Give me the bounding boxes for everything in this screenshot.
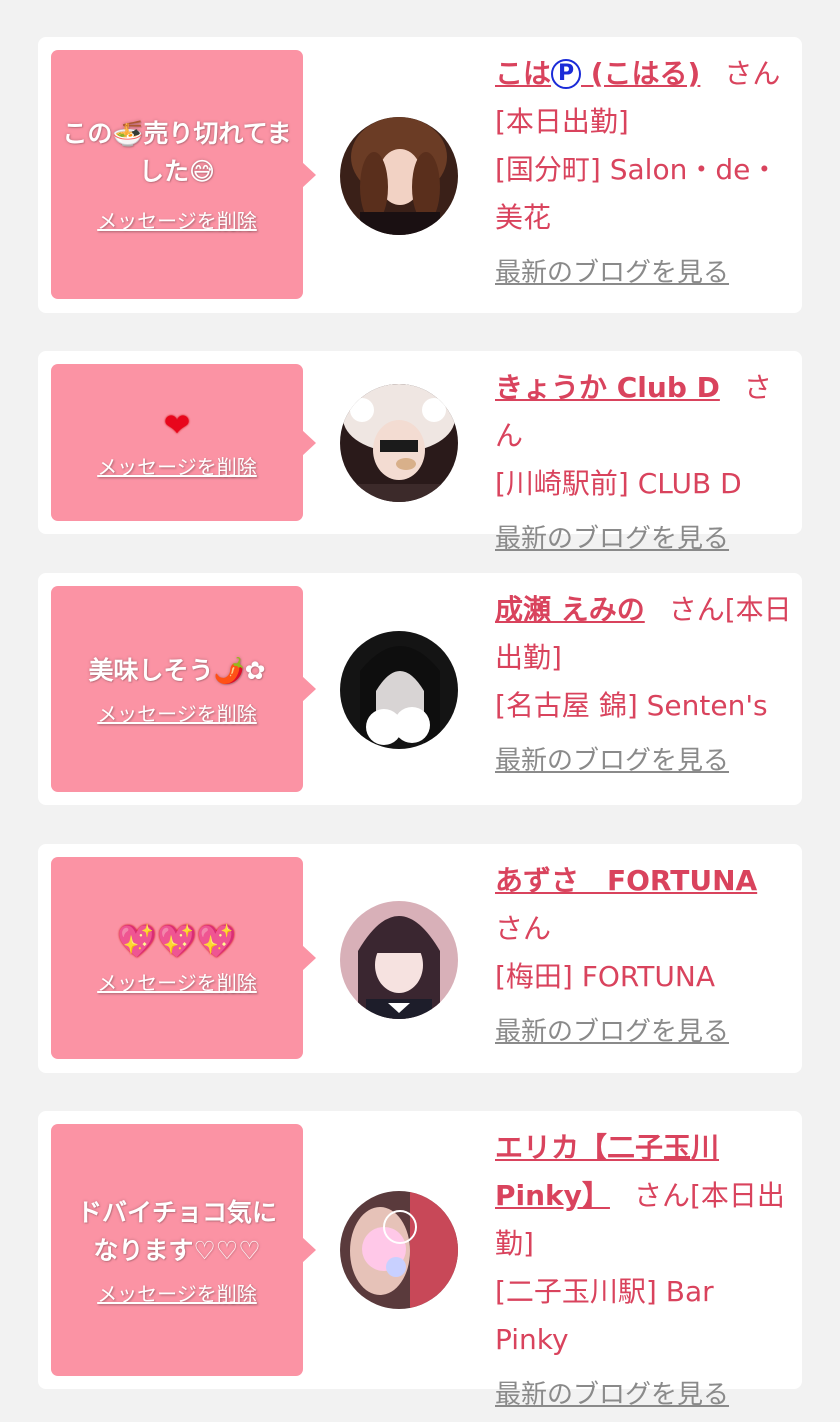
cast-info: あずさ FORTUNA さん [梅田] FORTUNA 最新のブログを見る bbox=[495, 857, 792, 1048]
hearts-icon: 💖💖💖 bbox=[117, 921, 237, 960]
delete-message-link[interactable]: メッセージを削除 bbox=[97, 451, 257, 480]
view-blog-link[interactable]: 最新のブログを見る bbox=[495, 518, 729, 555]
shop-text: [川崎駅前] CLUB D bbox=[495, 467, 742, 500]
message-text: ドバイチョコ気になります♡♡♡ bbox=[76, 1197, 277, 1265]
message-card: 💖💖💖 メッセージを削除 あずさ FORTUNA さん [梅田] FORTUNA … bbox=[38, 844, 802, 1073]
delete-message-link[interactable]: メッセージを削除 bbox=[97, 1278, 257, 1307]
message-card: ドバイチョコ気になります♡♡♡ メッセージを削除 エリカ【二子玉川Pinky】さ… bbox=[38, 1111, 802, 1410]
cast-name-link[interactable]: こは P (こはる) bbox=[495, 57, 700, 90]
shop-text: [二子玉川駅] Bar Pinky bbox=[495, 1275, 714, 1356]
cast-name-link[interactable]: きょうか Club D bbox=[495, 371, 720, 404]
view-blog-link[interactable]: 最新のブログを見る bbox=[495, 1011, 729, 1048]
message-bubble: この🍜売り切れてました😅 メッセージを削除 bbox=[51, 50, 316, 299]
message-bubble: ドバイチョコ気になります♡♡♡ メッセージを削除 bbox=[51, 1124, 316, 1376]
message-bubble: ❤ メッセージを削除 bbox=[51, 364, 316, 521]
honorific: さん bbox=[724, 57, 781, 90]
cast-info: きょうか Club D さん [川崎駅前] CLUB D 最新のブログを見る bbox=[495, 364, 792, 555]
avatar[interactable] bbox=[340, 117, 458, 235]
cast-name-link[interactable]: 成瀬 えみの bbox=[495, 593, 645, 626]
message-text: 美味しそう🌶️✿ bbox=[88, 655, 266, 685]
view-blog-link[interactable]: 最新のブログを見る bbox=[495, 740, 729, 777]
cast-info: 成瀬 えみの さん[本日出勤] [名古屋 錦] Senten's 最新のブログを見… bbox=[495, 586, 792, 777]
cast-info: こは P (こはる) さん [本日出勤] [国分町] Salon・de・美花 最新の… bbox=[495, 50, 792, 289]
avatar[interactable] bbox=[340, 1191, 458, 1309]
message-card: この🍜売り切れてました😅 メッセージを削除 こは P (こはる) さん [本日出勤]… bbox=[38, 37, 802, 313]
heart-icon: ❤ bbox=[163, 406, 191, 444]
message-bubble: 💖💖💖 メッセージを削除 bbox=[51, 857, 316, 1059]
delete-message-link[interactable]: メッセージを削除 bbox=[97, 967, 257, 996]
cast-name-link[interactable]: あずさ FORTUNA bbox=[495, 864, 757, 897]
avatar[interactable] bbox=[340, 901, 458, 1019]
status-text: [本日出勤] bbox=[495, 105, 629, 138]
view-blog-link[interactable]: 最新のブログを見る bbox=[495, 1374, 729, 1411]
avatar[interactable] bbox=[340, 384, 458, 502]
honorific: さん bbox=[495, 912, 552, 945]
shop-text: [国分町] Salon・de・美花 bbox=[495, 153, 779, 234]
shop-text: [名古屋 錦] Senten's bbox=[495, 689, 768, 722]
cast-info: エリカ【二子玉川Pinky】 さん[本日出勤] [二子玉川駅] Bar Pinky… bbox=[495, 1124, 792, 1411]
message-card: 美味しそう🌶️✿ メッセージを削除 成瀬 えみの さん[本日出勤] [名古屋 錦]… bbox=[38, 573, 802, 805]
message-list: この🍜売り切れてました😅 メッセージを削除 こは P (こはる) さん [本日出勤]… bbox=[0, 0, 840, 1422]
shop-text: [梅田] FORTUNA bbox=[495, 960, 716, 993]
delete-message-link[interactable]: メッセージを削除 bbox=[97, 205, 257, 234]
message-card: ❤ メッセージを削除 きょうか Club D さん [川崎駅前] CLUB D 最… bbox=[38, 351, 802, 554]
delete-message-link[interactable]: メッセージを削除 bbox=[97, 698, 257, 727]
message-text: この🍜売り切れてました😅 bbox=[62, 119, 292, 186]
avatar[interactable] bbox=[340, 631, 458, 749]
view-blog-link[interactable]: 最新のブログを見る bbox=[495, 252, 729, 289]
parking-p-icon: P bbox=[551, 59, 582, 89]
message-bubble: 美味しそう🌶️✿ メッセージを削除 bbox=[51, 586, 316, 792]
